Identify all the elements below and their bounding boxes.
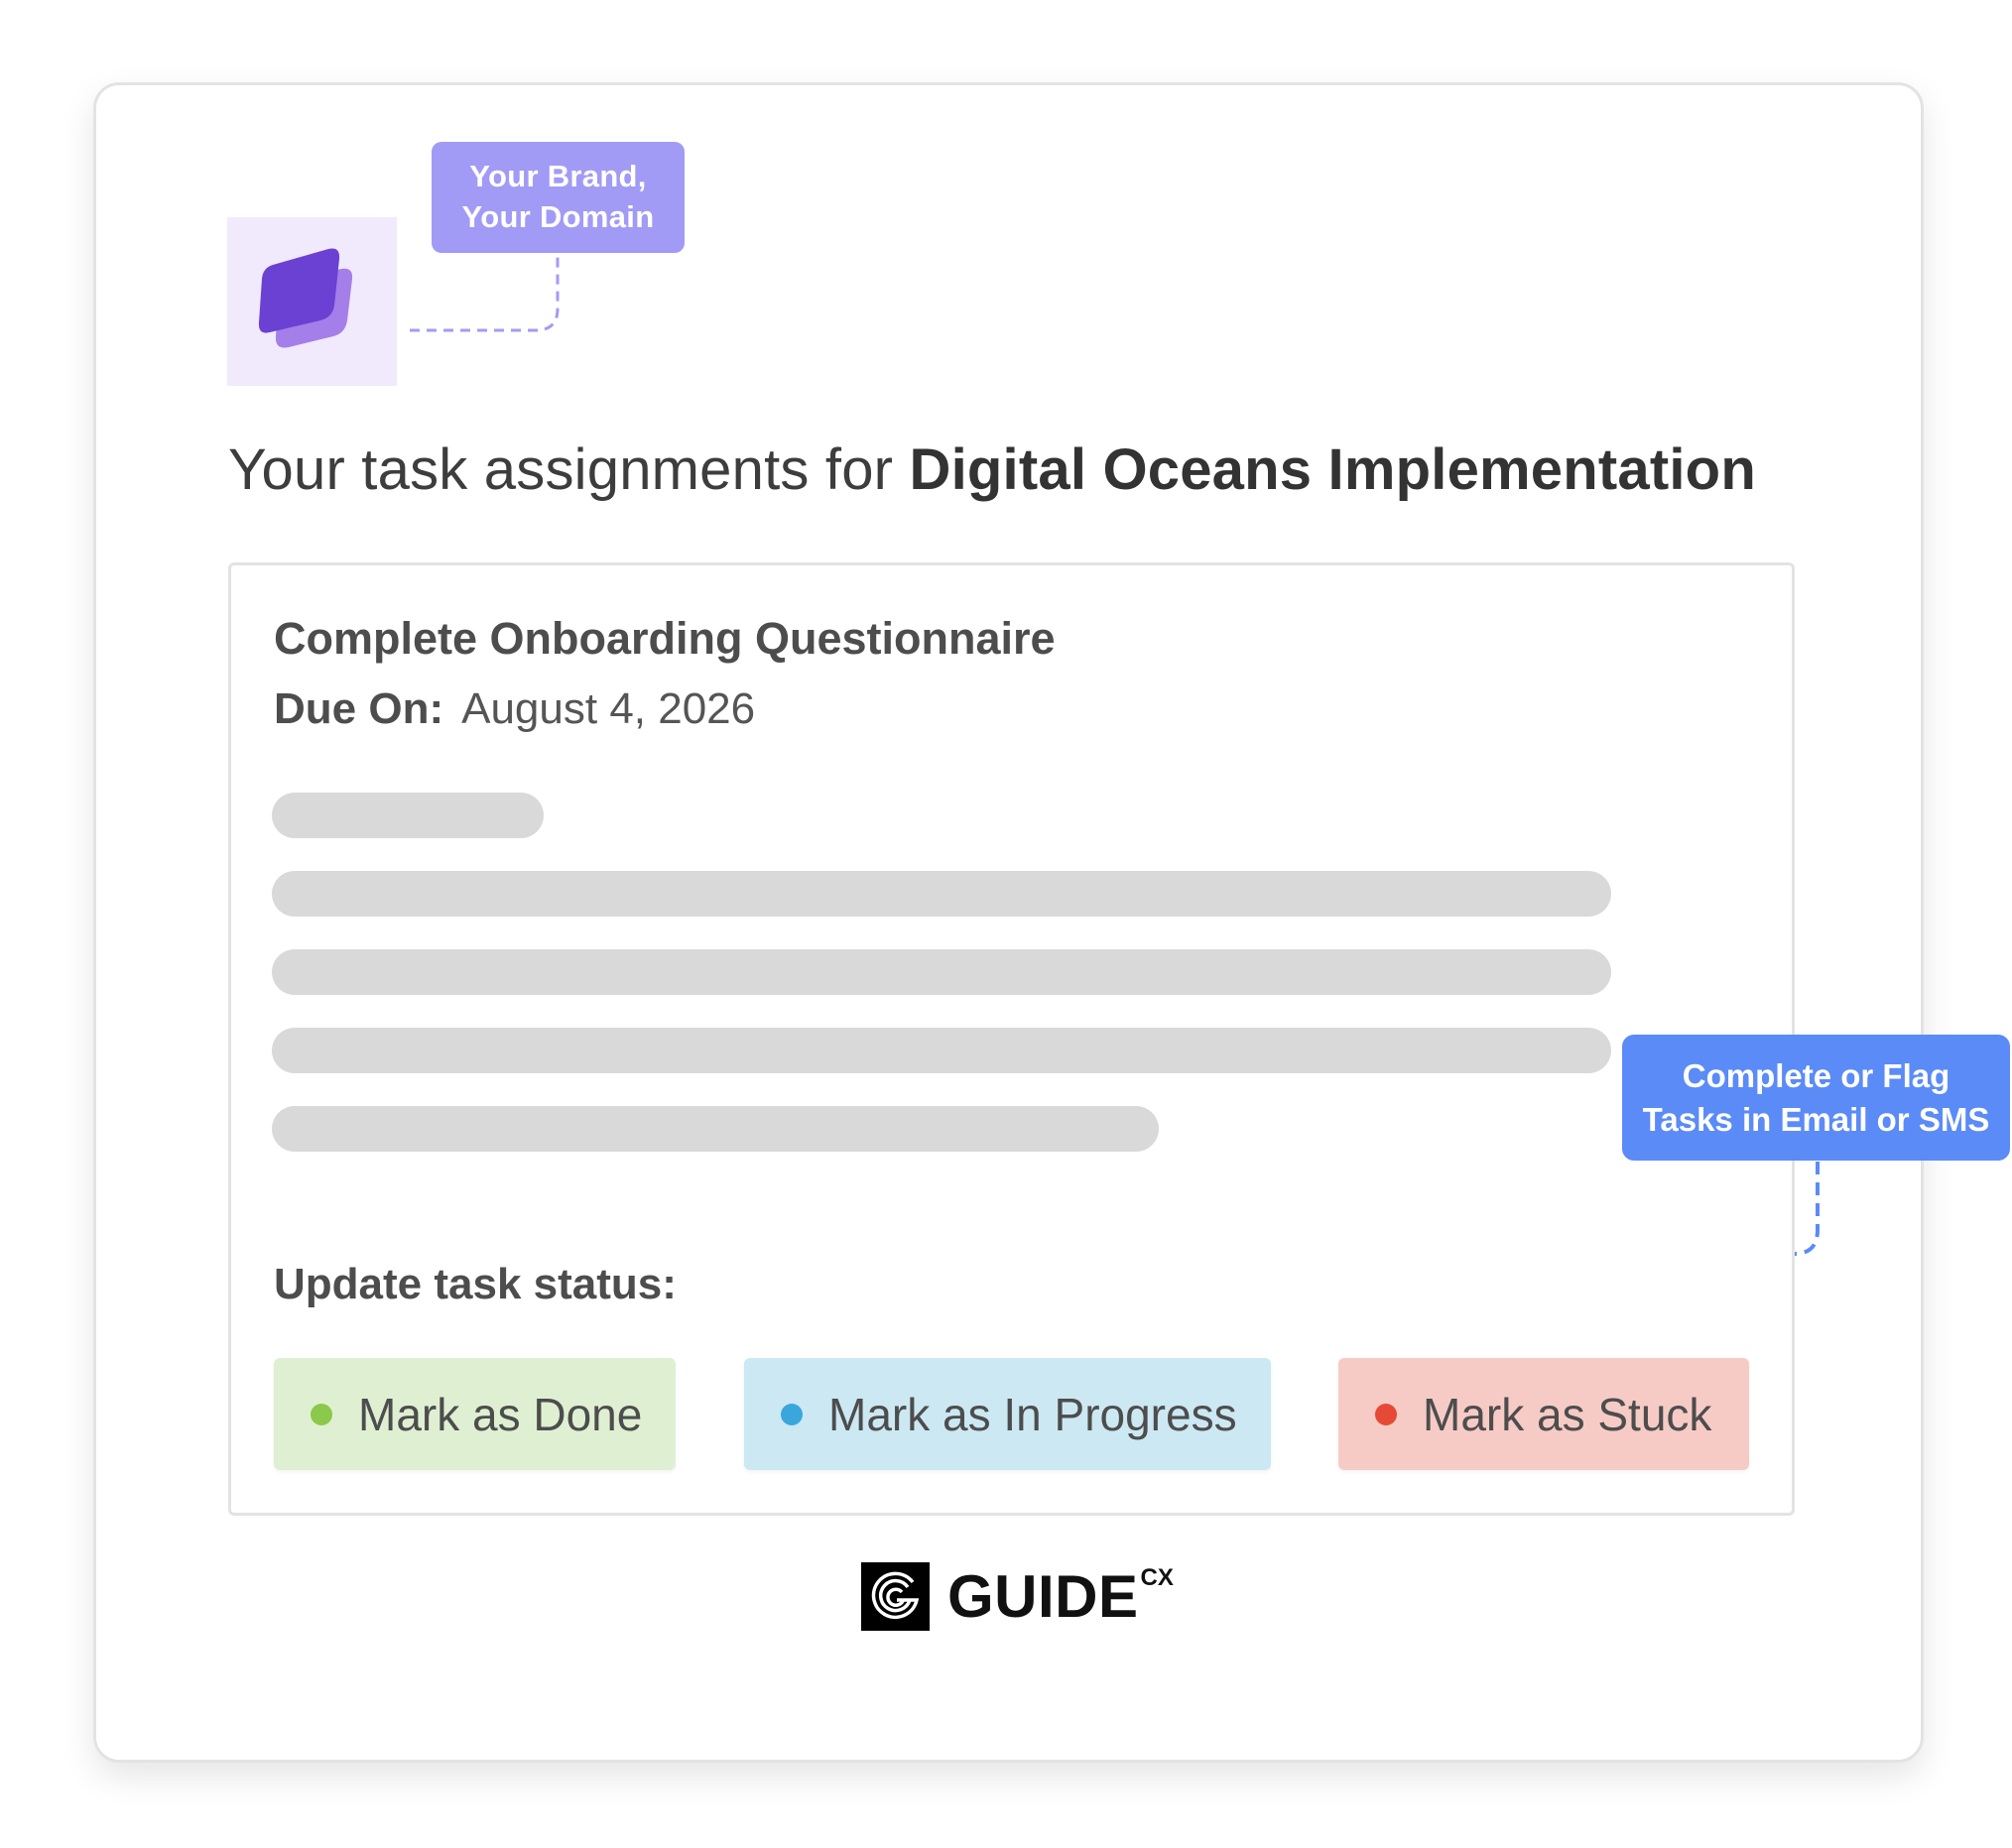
- due-label: Due On:: [274, 684, 444, 733]
- skeleton-line: [272, 871, 1611, 917]
- skeleton-line: [272, 949, 1611, 995]
- blue-dot-icon: [781, 1403, 803, 1425]
- status-heading: Update task status:: [274, 1260, 677, 1308]
- brand-callout-line-2: Your Domain: [461, 199, 655, 234]
- task-name: Complete Onboarding Questionnaire: [274, 613, 1056, 664]
- mark-in-progress-button[interactable]: Mark as In Progress: [744, 1358, 1271, 1470]
- mark-done-button[interactable]: Mark as Done: [274, 1358, 676, 1470]
- skeleton-line: [272, 793, 544, 838]
- page: Your Brand, Your Domain Your task assign…: [0, 0, 2012, 1848]
- guide-cx-logo-icon: [861, 1561, 930, 1631]
- red-dot-icon: [1375, 1403, 1397, 1425]
- skeleton-line: [272, 1106, 1159, 1152]
- mark-stuck-label: Mark as Stuck: [1423, 1388, 1712, 1440]
- mark-done-label: Mark as Done: [358, 1388, 643, 1440]
- email-callout-line-1: Complete or Flag: [1682, 1056, 1950, 1094]
- page-title-prefix: Your task assignments for: [228, 437, 894, 502]
- skeleton-line: [272, 1028, 1611, 1073]
- due-date: August 4, 2026: [461, 684, 756, 733]
- brand-callout-line-1: Your Brand,: [469, 159, 647, 194]
- mark-in-progress-label: Mark as In Progress: [828, 1388, 1237, 1440]
- green-dot-icon: [311, 1403, 332, 1425]
- brand-logo: [227, 217, 397, 386]
- stacked-purple-cards-icon: [258, 248, 353, 348]
- email-callout-line-2: Tasks in Email or SMS: [1642, 1100, 1990, 1138]
- brand-domain-callout: Your Brand, Your Domain: [432, 142, 685, 253]
- project-name: Digital Oceans Implementation: [909, 437, 1756, 502]
- guide-logo-text: GUIDE: [947, 1562, 1139, 1630]
- cx-logo-superscript: CX: [1140, 1564, 1174, 1591]
- email-sms-callout: Complete or Flag Tasks in Email or SMS: [1622, 1035, 2010, 1161]
- mark-stuck-button[interactable]: Mark as Stuck: [1338, 1358, 1749, 1470]
- page-title: Your task assignments for Digital Oceans…: [228, 436, 1756, 503]
- due-row: Due On: August 4, 2026: [274, 684, 755, 734]
- guide-cx-logo: GUIDE CX: [861, 1561, 1174, 1631]
